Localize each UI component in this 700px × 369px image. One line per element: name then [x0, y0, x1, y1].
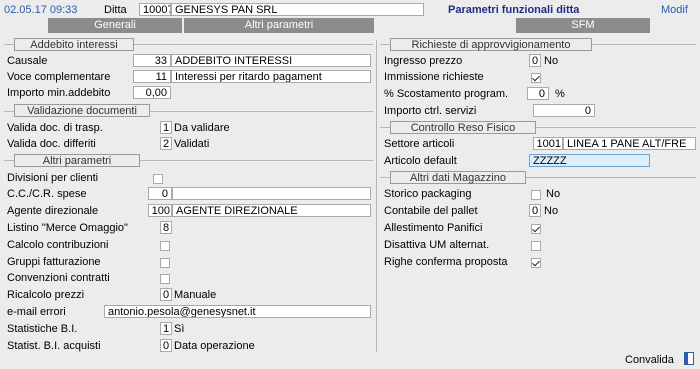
ditta-code-field[interactable]: 10007 — [139, 3, 171, 16]
check-mark-icon — [532, 225, 540, 233]
agente-code-field[interactable]: 100 — [148, 204, 172, 217]
agente-label: Agente direzionale — [7, 204, 98, 218]
ingresso-prezzo-desc: No — [544, 54, 558, 68]
voce-desc-field[interactable]: Interessi per ritardo pagament — [171, 70, 371, 83]
ricalcolo-desc: Manuale — [174, 288, 216, 302]
section-altri-dati-magazzino: Altri dati Magazzino — [390, 171, 526, 184]
disattiva-checkbox[interactable] — [531, 241, 541, 251]
ccspese-code-field[interactable]: 0 — [148, 187, 172, 200]
page-title: Parametri funzionali ditta — [448, 3, 579, 17]
storico-checkbox[interactable] — [531, 190, 541, 200]
causale-desc-field[interactable]: ADDEBITO INTERESSI — [171, 54, 371, 67]
tab-altri-parametri[interactable]: Altri parametri — [184, 18, 374, 33]
statistiche-label: Statistiche B.I. — [7, 322, 77, 336]
statistiche-field[interactable]: 1 — [160, 322, 172, 335]
gruppi-checkbox[interactable] — [160, 258, 170, 268]
statist-acquisti-label: Statist. B.I. acquisti — [7, 339, 101, 353]
ricalcolo-label: Ricalcolo prezzi — [7, 288, 84, 302]
column-divider — [376, 40, 377, 352]
listino-field[interactable]: 8 — [160, 221, 172, 234]
settore-code-field[interactable]: 1001 — [533, 137, 563, 150]
contabile-desc: No — [544, 204, 558, 218]
mode-indicator: Modif — [661, 3, 688, 17]
check-mark-icon — [532, 74, 540, 82]
scostamento-unit: % — [555, 87, 565, 101]
timestamp: 02.05.17 09:33 — [4, 3, 77, 17]
convalida-icon[interactable] — [684, 352, 694, 365]
importo-min-label: Importo min.addebito — [7, 86, 110, 100]
agente-desc-field[interactable]: AGENTE DIREZIONALE — [172, 204, 371, 217]
email-field[interactable]: antonio.pesola@genesysnet.it — [104, 305, 371, 318]
statist-acquisti-field[interactable]: 0 — [160, 339, 172, 352]
section-controllo-reso: Controllo Reso Fisico — [390, 121, 536, 134]
email-label: e-mail errori — [7, 305, 66, 319]
immissione-checkbox[interactable] — [531, 73, 541, 83]
statistiche-desc: Sì — [174, 322, 184, 336]
ingresso-prezzo-label: Ingresso prezzo — [384, 54, 462, 68]
ccspese-desc-field[interactable] — [172, 187, 371, 200]
valida-trasp-desc: Da validare — [174, 121, 230, 135]
section-altri-parametri: Altri parametri — [14, 154, 140, 167]
immissione-label: Immissione richieste — [384, 70, 484, 84]
valida-diff-label: Valida doc. differiti — [7, 137, 96, 151]
articolo-default-label: Articolo default — [384, 154, 457, 168]
contabile-label: Contabile del pallet — [384, 204, 478, 218]
ricalcolo-field[interactable]: 0 — [160, 288, 172, 301]
causale-label: Causale — [7, 54, 47, 68]
contabile-field[interactable]: 0 — [529, 204, 541, 217]
tab-generali[interactable]: Generali — [48, 18, 182, 33]
calcolo-checkbox[interactable] — [160, 241, 170, 251]
storico-label: Storico packaging — [384, 187, 471, 201]
ditta-label: Ditta — [104, 3, 127, 17]
ccspese-label: C.C./C.R. spese — [7, 187, 86, 201]
righe-conferma-label: Righe conferma proposta — [384, 255, 508, 269]
valida-diff-desc: Validati — [174, 137, 209, 151]
importo-ctrl-field[interactable]: 0 — [533, 104, 595, 117]
ingresso-prezzo-field[interactable]: 0 — [529, 54, 541, 67]
scostamento-field[interactable]: 0 — [527, 87, 549, 100]
convenzioni-label: Convenzioni contratti — [7, 271, 110, 285]
section-richieste: Richieste di approvvigionamento — [390, 38, 592, 51]
divisioni-label: Divisioni per clienti — [7, 171, 98, 185]
voce-complementare-label: Voce complementare — [7, 70, 110, 84]
section-validazione-documenti: Validazione documenti — [14, 104, 150, 117]
settore-label: Settore articoli — [384, 137, 454, 151]
importo-min-field[interactable]: 0,00 — [133, 86, 171, 99]
valida-diff-field[interactable]: 2 — [160, 137, 172, 150]
convenzioni-checkbox[interactable] — [160, 274, 170, 284]
settore-desc-field[interactable]: LINEA 1 PANE ALT/FRE — [563, 137, 696, 150]
valida-trasp-label: Valida doc. di trasp. — [7, 121, 103, 135]
divisioni-checkbox[interactable] — [153, 174, 163, 184]
tab-sfm[interactable]: SFM — [516, 18, 650, 33]
ditta-name-field[interactable]: GENESYS PAN SRL — [171, 3, 424, 16]
allestimento-label: Allestimento Panifici — [384, 221, 482, 235]
convalida-label: Convalida — [625, 353, 674, 367]
storico-desc: No — [546, 187, 560, 201]
check-mark-icon — [532, 259, 540, 267]
statist-acquisti-desc: Data operazione — [174, 339, 255, 353]
disattiva-label: Disattiva UM alternat. — [384, 238, 489, 252]
scostamento-label: % Scostamento program. — [384, 87, 508, 101]
voce-code-field[interactable]: 11 — [133, 70, 171, 83]
valida-trasp-field[interactable]: 1 — [160, 121, 172, 134]
causale-code-field[interactable]: 33 — [133, 54, 171, 67]
listino-label: Listino "Merce Omaggio" — [7, 221, 128, 235]
gruppi-label: Gruppi fatturazione — [7, 255, 101, 269]
section-addebito-interessi: Addebito interessi — [14, 38, 134, 51]
calcolo-label: Calcolo contribuzioni — [7, 238, 109, 252]
righe-conferma-checkbox[interactable] — [531, 258, 541, 268]
importo-ctrl-label: Importo ctrl. servizi — [384, 104, 476, 118]
articolo-default-field[interactable]: ZZZZZ — [529, 154, 650, 167]
allestimento-checkbox[interactable] — [531, 224, 541, 234]
